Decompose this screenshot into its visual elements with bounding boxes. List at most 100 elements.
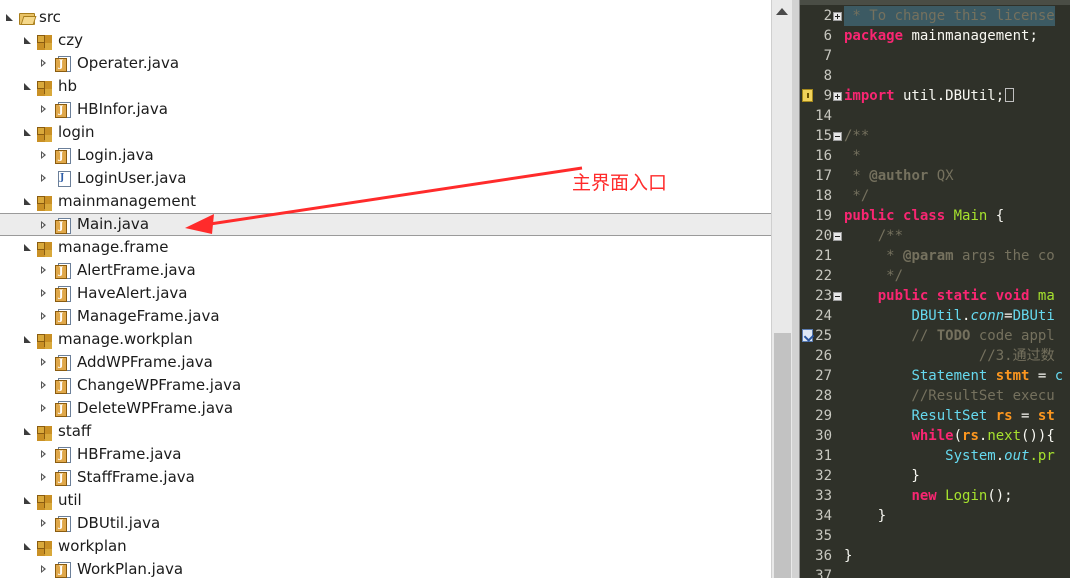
tree-file-row[interactable]: Main.java <box>0 213 771 236</box>
code-line[interactable]: 31 System.out.pr <box>800 446 1070 466</box>
code-line[interactable]: 17 * @author QX <box>800 166 1070 186</box>
expand-fold-icon[interactable] <box>833 12 842 21</box>
collapsed-twisty-icon[interactable] <box>38 98 50 121</box>
expanded-twisty-icon[interactable] <box>22 420 34 443</box>
line-gutter: 37 <box>800 566 844 578</box>
expanded-twisty-icon[interactable] <box>22 190 34 213</box>
tree-package-row[interactable]: manage.workplan <box>0 328 771 351</box>
collapse-fold-icon[interactable] <box>833 292 842 301</box>
code-line[interactable]: 9 import util.DBUtil; <box>800 86 1070 106</box>
code-line[interactable]: 16 * <box>800 146 1070 166</box>
expanded-twisty-icon[interactable] <box>22 29 34 52</box>
code-line[interactable]: 37 <box>800 566 1070 578</box>
tree-package-row[interactable]: util <box>0 489 771 512</box>
code-line[interactable]: 27 Statement stmt = c <box>800 366 1070 386</box>
code-line[interactable]: 8 <box>800 66 1070 86</box>
code-line[interactable]: 7 <box>800 46 1070 66</box>
collapse-fold-icon[interactable] <box>833 232 842 241</box>
folded-code-box-icon[interactable] <box>1005 88 1015 102</box>
expanded-twisty-icon[interactable] <box>22 489 34 512</box>
collapsed-twisty-icon[interactable] <box>38 144 50 167</box>
code-line[interactable]: 34 } <box>800 506 1070 526</box>
line-gutter: 28 <box>800 386 844 406</box>
code-text: */ <box>844 266 903 286</box>
warning-marker-icon[interactable] <box>802 89 813 102</box>
collapsed-twisty-icon[interactable] <box>38 397 50 420</box>
code-line[interactable]: 29 ResultSet rs = st <box>800 406 1070 426</box>
code-line[interactable]: 25 // TODO code appl <box>800 326 1070 346</box>
collapsed-twisty-icon[interactable] <box>38 259 50 282</box>
line-gutter: 24 <box>800 306 844 326</box>
tree-file-row[interactable]: Login.java <box>0 144 771 167</box>
tree-file-row[interactable]: ChangeWPFrame.java <box>0 374 771 397</box>
expanded-twisty-icon[interactable] <box>22 328 34 351</box>
tree-package-row[interactable]: czy <box>0 29 771 52</box>
code-line[interactable]: 20 /** <box>800 226 1070 246</box>
expanded-twisty-icon[interactable] <box>4 6 16 29</box>
code-line[interactable]: 15 /** <box>800 126 1070 146</box>
tree-file-row[interactable]: WorkPlan.java <box>0 558 771 578</box>
code-line[interactable]: 6 package mainmanagement; <box>800 26 1070 46</box>
collapsed-twisty-icon[interactable] <box>38 512 50 535</box>
code-text: } <box>844 466 919 486</box>
tree-package-row[interactable]: hb <box>0 75 771 98</box>
collapsed-twisty-icon[interactable] <box>38 52 50 75</box>
scrollbar-thumb[interactable] <box>774 333 791 578</box>
annotation-label: 主界面入口 <box>572 172 668 194</box>
collapsed-twisty-icon[interactable] <box>38 351 50 374</box>
code-line[interactable]: 26 //3.通过数 <box>800 346 1070 366</box>
code-line[interactable]: 18 */ <box>800 186 1070 206</box>
expanded-twisty-icon[interactable] <box>22 121 34 144</box>
code-line[interactable]: 21 * @param args the co <box>800 246 1070 266</box>
scroll-up-arrow-icon[interactable] <box>776 8 788 15</box>
tree-file-row[interactable]: DeleteWPFrame.java <box>0 397 771 420</box>
tree-package-row[interactable]: staff <box>0 420 771 443</box>
task-marker-icon[interactable] <box>802 329 813 342</box>
tree-file-row[interactable]: HaveAlert.java <box>0 282 771 305</box>
code-line[interactable]: 28 //ResultSet execu <box>800 386 1070 406</box>
tree-folder-row[interactable]: src <box>0 6 771 29</box>
collapse-fold-icon[interactable] <box>833 132 842 141</box>
code-line[interactable]: 30 while(rs.next()){ <box>800 426 1070 446</box>
tree-file-row[interactable]: Operater.java <box>0 52 771 75</box>
code-line[interactable]: 22 */ <box>800 266 1070 286</box>
code-line[interactable]: 14 <box>800 106 1070 126</box>
expand-fold-icon[interactable] <box>833 92 842 101</box>
line-gutter: 21 <box>800 246 844 266</box>
code-line[interactable]: 2 * To change this license <box>800 6 1070 26</box>
tree-file-row[interactable]: StaffFrame.java <box>0 466 771 489</box>
collapsed-twisty-icon[interactable] <box>38 282 50 305</box>
collapsed-twisty-icon[interactable] <box>38 443 50 466</box>
pane-splitter[interactable] <box>792 0 800 578</box>
tree-package-row[interactable]: workplan <box>0 535 771 558</box>
tree-file-row[interactable]: HBFrame.java <box>0 443 771 466</box>
code-token: */ <box>844 188 870 204</box>
code-line[interactable]: 36} <box>800 546 1070 566</box>
code-line[interactable]: 19 public class Main { <box>800 206 1070 226</box>
code-line[interactable]: 23 public static void ma <box>800 286 1070 306</box>
collapsed-twisty-icon[interactable] <box>38 305 50 328</box>
expanded-twisty-icon[interactable] <box>22 236 34 259</box>
collapsed-twisty-icon[interactable] <box>38 214 50 237</box>
code-line[interactable]: 35 <box>800 526 1070 546</box>
expanded-twisty-icon[interactable] <box>22 75 34 98</box>
code-line[interactable]: 24 DBUtil.conn=DBUti <box>800 306 1070 326</box>
code-line[interactable]: 32 } <box>800 466 1070 486</box>
code-line[interactable]: 33 new Login(); <box>800 486 1070 506</box>
tree-file-row[interactable]: DBUtil.java <box>0 512 771 535</box>
collapsed-twisty-icon[interactable] <box>38 374 50 397</box>
tree-package-row[interactable]: manage.frame <box>0 236 771 259</box>
collapsed-twisty-icon[interactable] <box>38 558 50 578</box>
tree-file-row[interactable]: HBInfor.java <box>0 98 771 121</box>
expanded-twisty-icon[interactable] <box>22 535 34 558</box>
explorer-scrollbar[interactable] <box>771 0 792 578</box>
collapsed-twisty-icon[interactable] <box>38 466 50 489</box>
tree-package-row[interactable]: login <box>0 121 771 144</box>
tree-file-row[interactable]: AlertFrame.java <box>0 259 771 282</box>
tree-file-row[interactable]: ManageFrame.java <box>0 305 771 328</box>
code-editor[interactable]: 2 * To change this license 6 package mainm… <box>800 0 1070 578</box>
tree-file-row[interactable]: AddWPFrame.java <box>0 351 771 374</box>
collapsed-twisty-icon[interactable] <box>38 167 50 190</box>
package-icon <box>36 539 52 554</box>
